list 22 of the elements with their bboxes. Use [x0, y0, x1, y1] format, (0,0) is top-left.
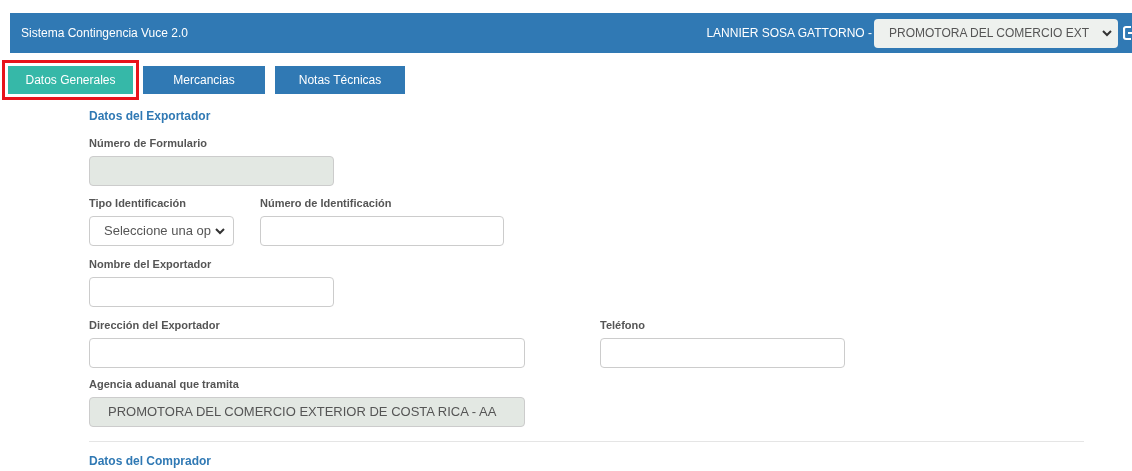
- field-label: Agencia aduanal que tramita: [89, 378, 240, 391]
- tab[interactable]: Notas Técnicas: [275, 66, 405, 94]
- field-label: Número de Identificación: [260, 197, 393, 210]
- chevron-down-icon: [1102, 29, 1112, 37]
- input-field[interactable]: [89, 338, 525, 368]
- field-label: Tipo Identificación: [89, 197, 187, 210]
- section-title: Datos del Comprador: [89, 454, 212, 469]
- input-field[interactable]: [89, 277, 334, 307]
- section-title: Datos del Exportador: [89, 109, 212, 124]
- select-field[interactable]: Seleccione una op: [89, 216, 234, 246]
- input-field[interactable]: [260, 216, 504, 246]
- user-name: LANNIER SOSA GATTORNO -: [706, 25, 872, 42]
- field-label: Número de Formulario: [89, 137, 208, 150]
- tab[interactable]: Mercancias: [143, 66, 265, 94]
- logout-icon[interactable]: [1123, 25, 1132, 41]
- field-label: Dirección del Exportador: [89, 319, 221, 332]
- app-title: Sistema Contingencia Vuce 2.0: [21, 25, 188, 42]
- field-label: Teléfono: [600, 319, 646, 332]
- field-label: Nombre del Exportador: [89, 258, 213, 271]
- input-field[interactable]: [600, 338, 845, 368]
- company-select[interactable]: PROMOTORA DEL COMERCIO EXT: [874, 18, 1118, 48]
- chevron-down-icon: [215, 227, 225, 235]
